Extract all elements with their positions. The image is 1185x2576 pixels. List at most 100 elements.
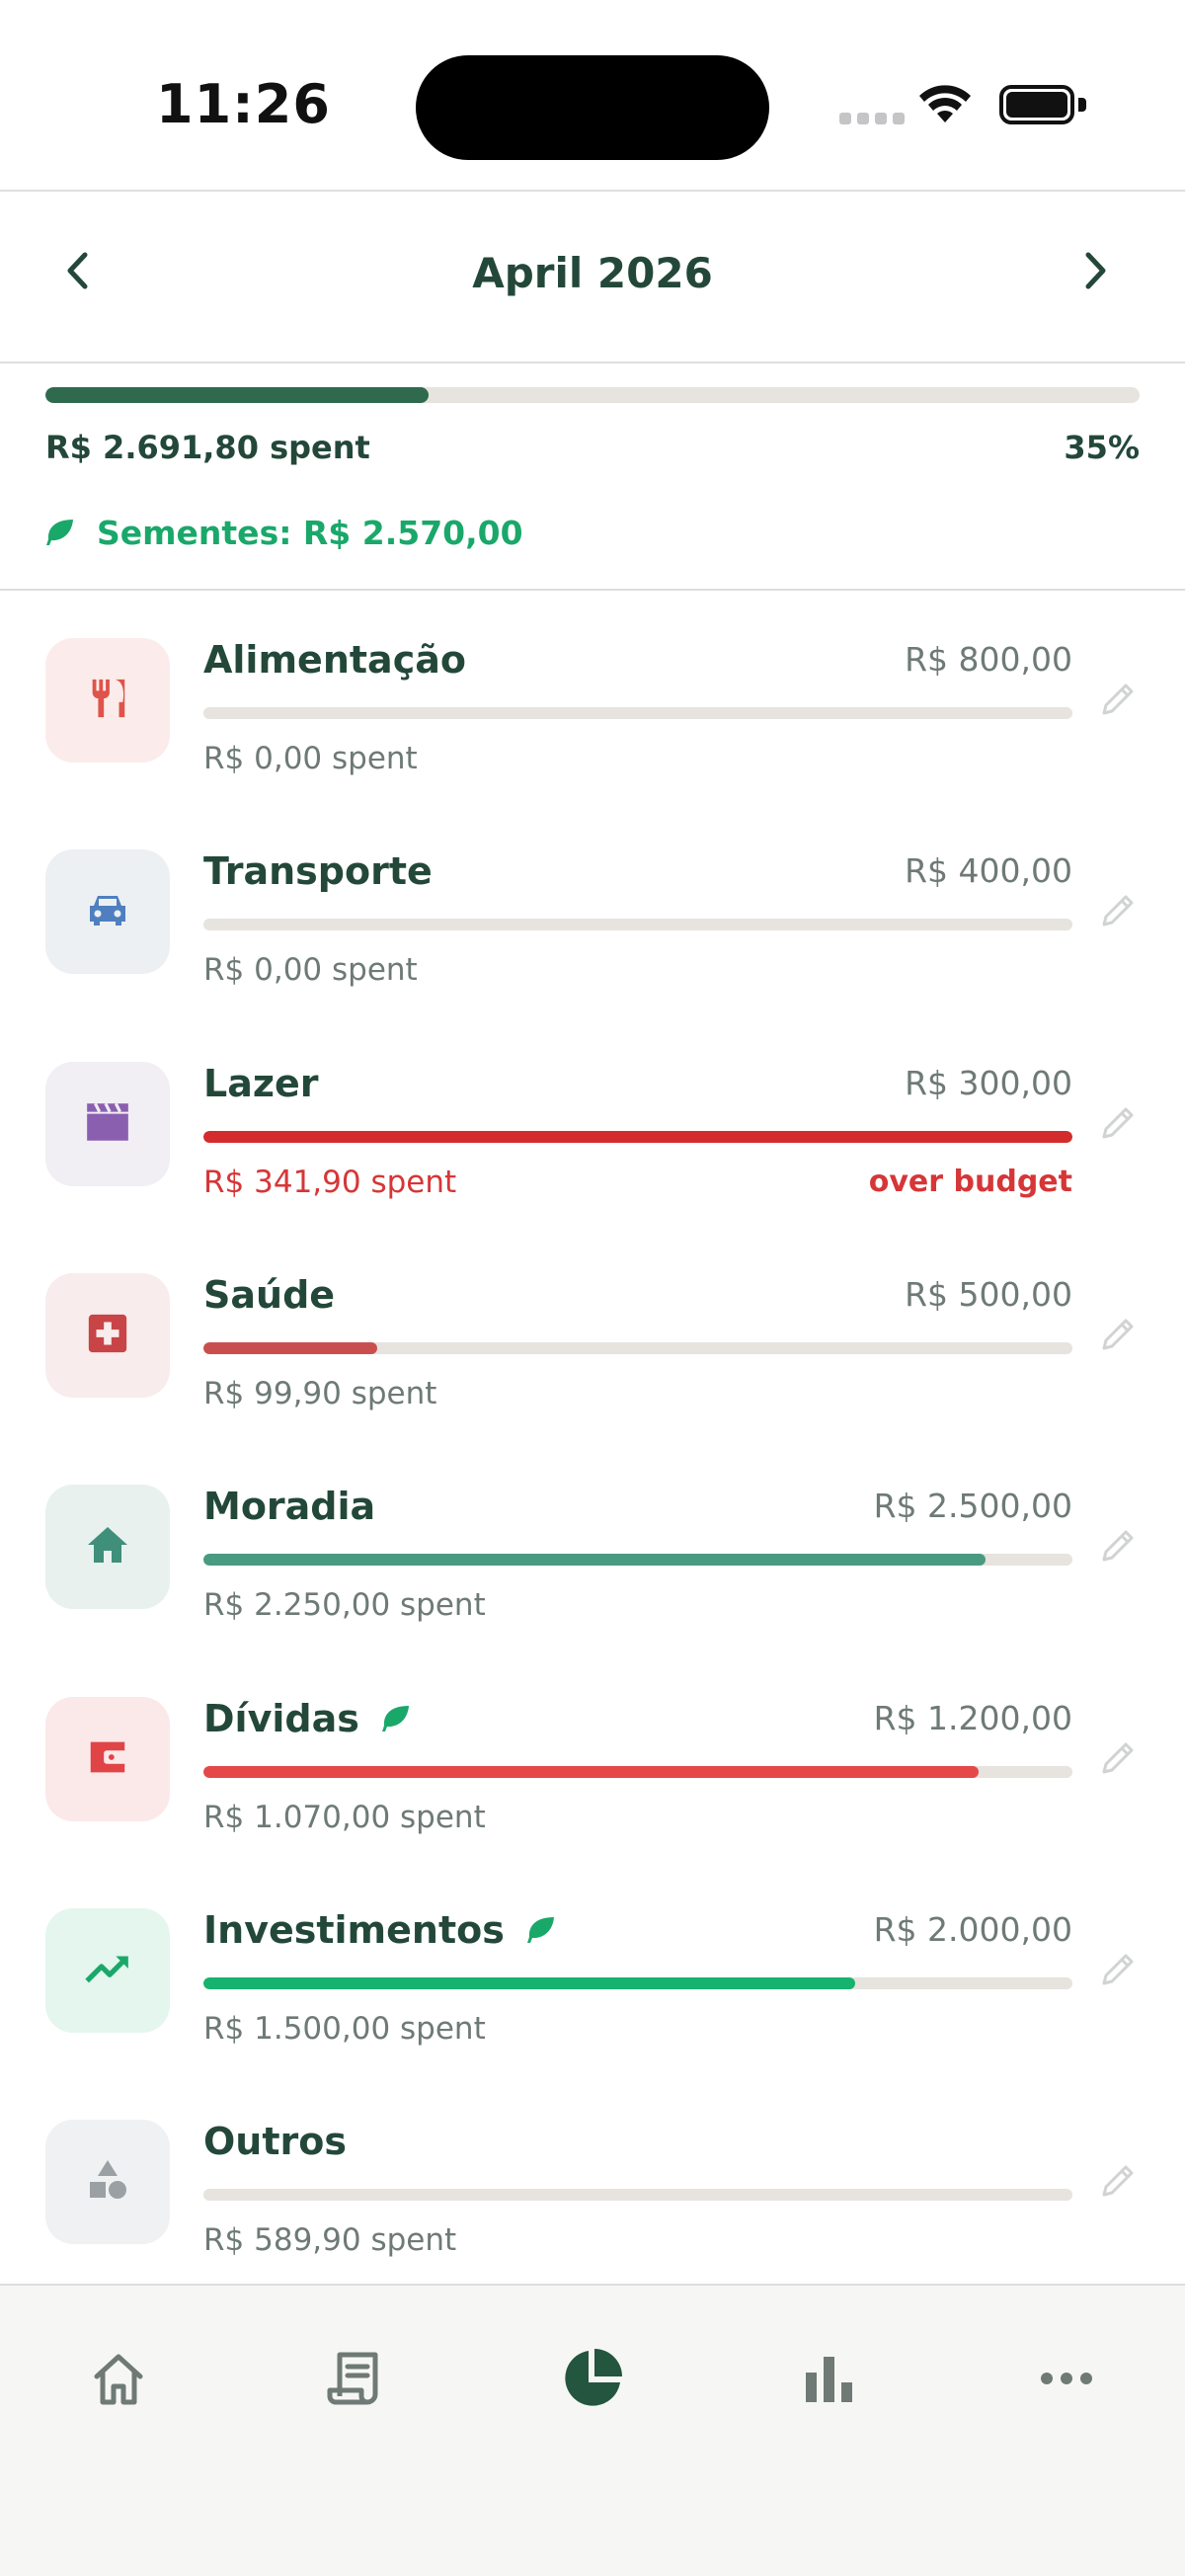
category-name: Saúde xyxy=(203,1273,335,1317)
category-budget: R$ 400,00 xyxy=(905,851,1072,890)
restaurant-icon xyxy=(85,676,130,725)
leaf-icon xyxy=(526,1917,554,1943)
category-spent: R$ 99,90 spent xyxy=(203,1376,437,1411)
category-name-text: Alimentação xyxy=(203,638,466,682)
category-row[interactable]: Outros R$ 589,90 spent xyxy=(0,2084,1185,2295)
category-icon-box xyxy=(45,1908,170,2033)
category-row[interactable]: Lazer R$ 300,00 R$ 341,90 spent over bud… xyxy=(0,1026,1185,1238)
category-name-text: Lazer xyxy=(203,1062,319,1105)
edit-budget-button[interactable] xyxy=(1096,2159,1140,2203)
category-icon-box xyxy=(45,2120,170,2244)
category-name-text: Outros xyxy=(203,2120,347,2163)
category-progress-fill xyxy=(203,1766,979,1778)
dynamic-island xyxy=(416,55,769,160)
category-icon-box xyxy=(45,638,170,763)
category-name-text: Dívidas xyxy=(203,1697,359,1740)
tab-more[interactable] xyxy=(1007,2329,1126,2428)
pencil-icon xyxy=(1096,684,1140,725)
more-icon xyxy=(1041,2373,1092,2384)
month-navigation: April 2026 xyxy=(0,192,1185,362)
category-name-text: Moradia xyxy=(203,1485,376,1528)
category-name: Transporte xyxy=(203,849,433,893)
category-row[interactable]: Dívidas R$ 1.200,00 R$ 1.070,00 spent xyxy=(0,1661,1185,1873)
category-row[interactable]: Moradia R$ 2.500,00 R$ 2.250,00 spent xyxy=(0,1449,1185,1660)
category-icon-box xyxy=(45,849,170,974)
tab-home[interactable] xyxy=(59,2329,178,2428)
summary-divider xyxy=(0,589,1185,591)
category-name-text: Investimentos xyxy=(203,1908,505,1952)
category-row[interactable]: Investimentos R$ 2.000,00 R$ 1.500,00 sp… xyxy=(0,1873,1185,2084)
category-icon-box xyxy=(45,1485,170,1609)
pencil-icon xyxy=(1096,1107,1140,1149)
category-name: Moradia xyxy=(203,1485,375,1528)
leaf-icon xyxy=(381,1706,409,1731)
battery-icon xyxy=(999,85,1088,128)
month-title: April 2026 xyxy=(472,249,713,297)
cellular-signal-icon xyxy=(839,113,907,126)
wallet-icon xyxy=(85,1734,130,1784)
category-name: Outros xyxy=(203,2120,347,2163)
category-spent: R$ 589,90 spent xyxy=(203,2222,457,2258)
category-progress-track xyxy=(203,707,1072,719)
edit-budget-button[interactable] xyxy=(1096,1524,1140,1568)
category-progress-fill xyxy=(203,1554,986,1566)
pie-chart-icon xyxy=(565,2349,622,2406)
category-budget: R$ 300,00 xyxy=(905,1064,1072,1102)
tab-reports[interactable] xyxy=(770,2329,889,2428)
category-icon-box xyxy=(45,1062,170,1186)
category-spent: R$ 1.500,00 spent xyxy=(203,2011,486,2047)
category-spent: R$ 341,90 spent xyxy=(203,1165,457,1200)
leaf-icon xyxy=(46,520,73,545)
edit-budget-button[interactable] xyxy=(1096,1736,1140,1780)
tab-transactions[interactable] xyxy=(296,2329,415,2428)
category-progress-track xyxy=(203,2189,1072,2201)
total-progress-fill xyxy=(45,387,429,403)
category-budget: R$ 800,00 xyxy=(905,640,1072,679)
category-progress-track xyxy=(203,919,1072,930)
total-spent: R$ 2.691,80 spent xyxy=(45,429,370,466)
category-spent: R$ 0,00 spent xyxy=(203,952,418,988)
bar-chart-icon xyxy=(806,2357,852,2402)
category-row[interactable]: Alimentação R$ 800,00 R$ 0,00 spent xyxy=(0,603,1185,814)
over-budget-label: over budget xyxy=(868,1165,1072,1199)
pencil-icon xyxy=(1096,2165,1140,2207)
category-name-text: Transporte xyxy=(203,849,433,893)
home-outline-icon xyxy=(94,2354,143,2405)
category-progress-track xyxy=(203,1342,1072,1354)
category-progress-track xyxy=(203,1554,1072,1566)
pencil-icon xyxy=(1096,895,1140,936)
category-icon-box xyxy=(45,1273,170,1398)
pencil-icon xyxy=(1096,1954,1140,1995)
category-budget: R$ 2.500,00 xyxy=(873,1487,1072,1525)
pencil-icon xyxy=(1096,1319,1140,1360)
category-spent: R$ 2.250,00 spent xyxy=(203,1587,486,1623)
edit-budget-button[interactable] xyxy=(1096,889,1140,932)
pencil-icon xyxy=(1096,1742,1140,1784)
category-row[interactable]: Saúde R$ 500,00 R$ 99,90 spent xyxy=(0,1238,1185,1449)
category-progress-track xyxy=(203,1977,1072,1989)
trending-up-icon xyxy=(83,1944,132,1997)
chevron-right-icon xyxy=(1085,252,1106,289)
edit-budget-button[interactable] xyxy=(1096,1313,1140,1356)
category-spent: R$ 0,00 spent xyxy=(203,741,418,776)
edit-budget-button[interactable] xyxy=(1096,1948,1140,1991)
category-budget: R$ 1.200,00 xyxy=(873,1699,1072,1737)
seeds-label: Sementes: R$ 2.570,00 xyxy=(97,513,523,552)
budget-summary: R$ 2.691,80 spent 35% Sementes: R$ 2.570… xyxy=(0,363,1185,591)
category-row[interactable]: Transporte R$ 400,00 R$ 0,00 spent xyxy=(0,814,1185,1025)
status-time: 11:26 xyxy=(156,73,331,135)
home-icon xyxy=(84,1521,131,1572)
edit-budget-button[interactable] xyxy=(1096,1101,1140,1145)
next-month-button[interactable] xyxy=(1065,239,1128,302)
clapperboard-icon xyxy=(83,1097,132,1151)
tab-budget[interactable] xyxy=(533,2329,652,2428)
category-name: Dívidas xyxy=(203,1697,411,1740)
category-budget: R$ 2.000,00 xyxy=(873,1910,1072,1949)
pencil-icon xyxy=(1096,1530,1140,1571)
edit-budget-button[interactable] xyxy=(1096,678,1140,721)
category-budget: R$ 500,00 xyxy=(905,1275,1072,1314)
category-name: Lazer xyxy=(203,1062,319,1105)
total-progress-track xyxy=(45,387,1140,403)
car-icon xyxy=(84,886,131,937)
shapes-icon xyxy=(84,2156,131,2208)
